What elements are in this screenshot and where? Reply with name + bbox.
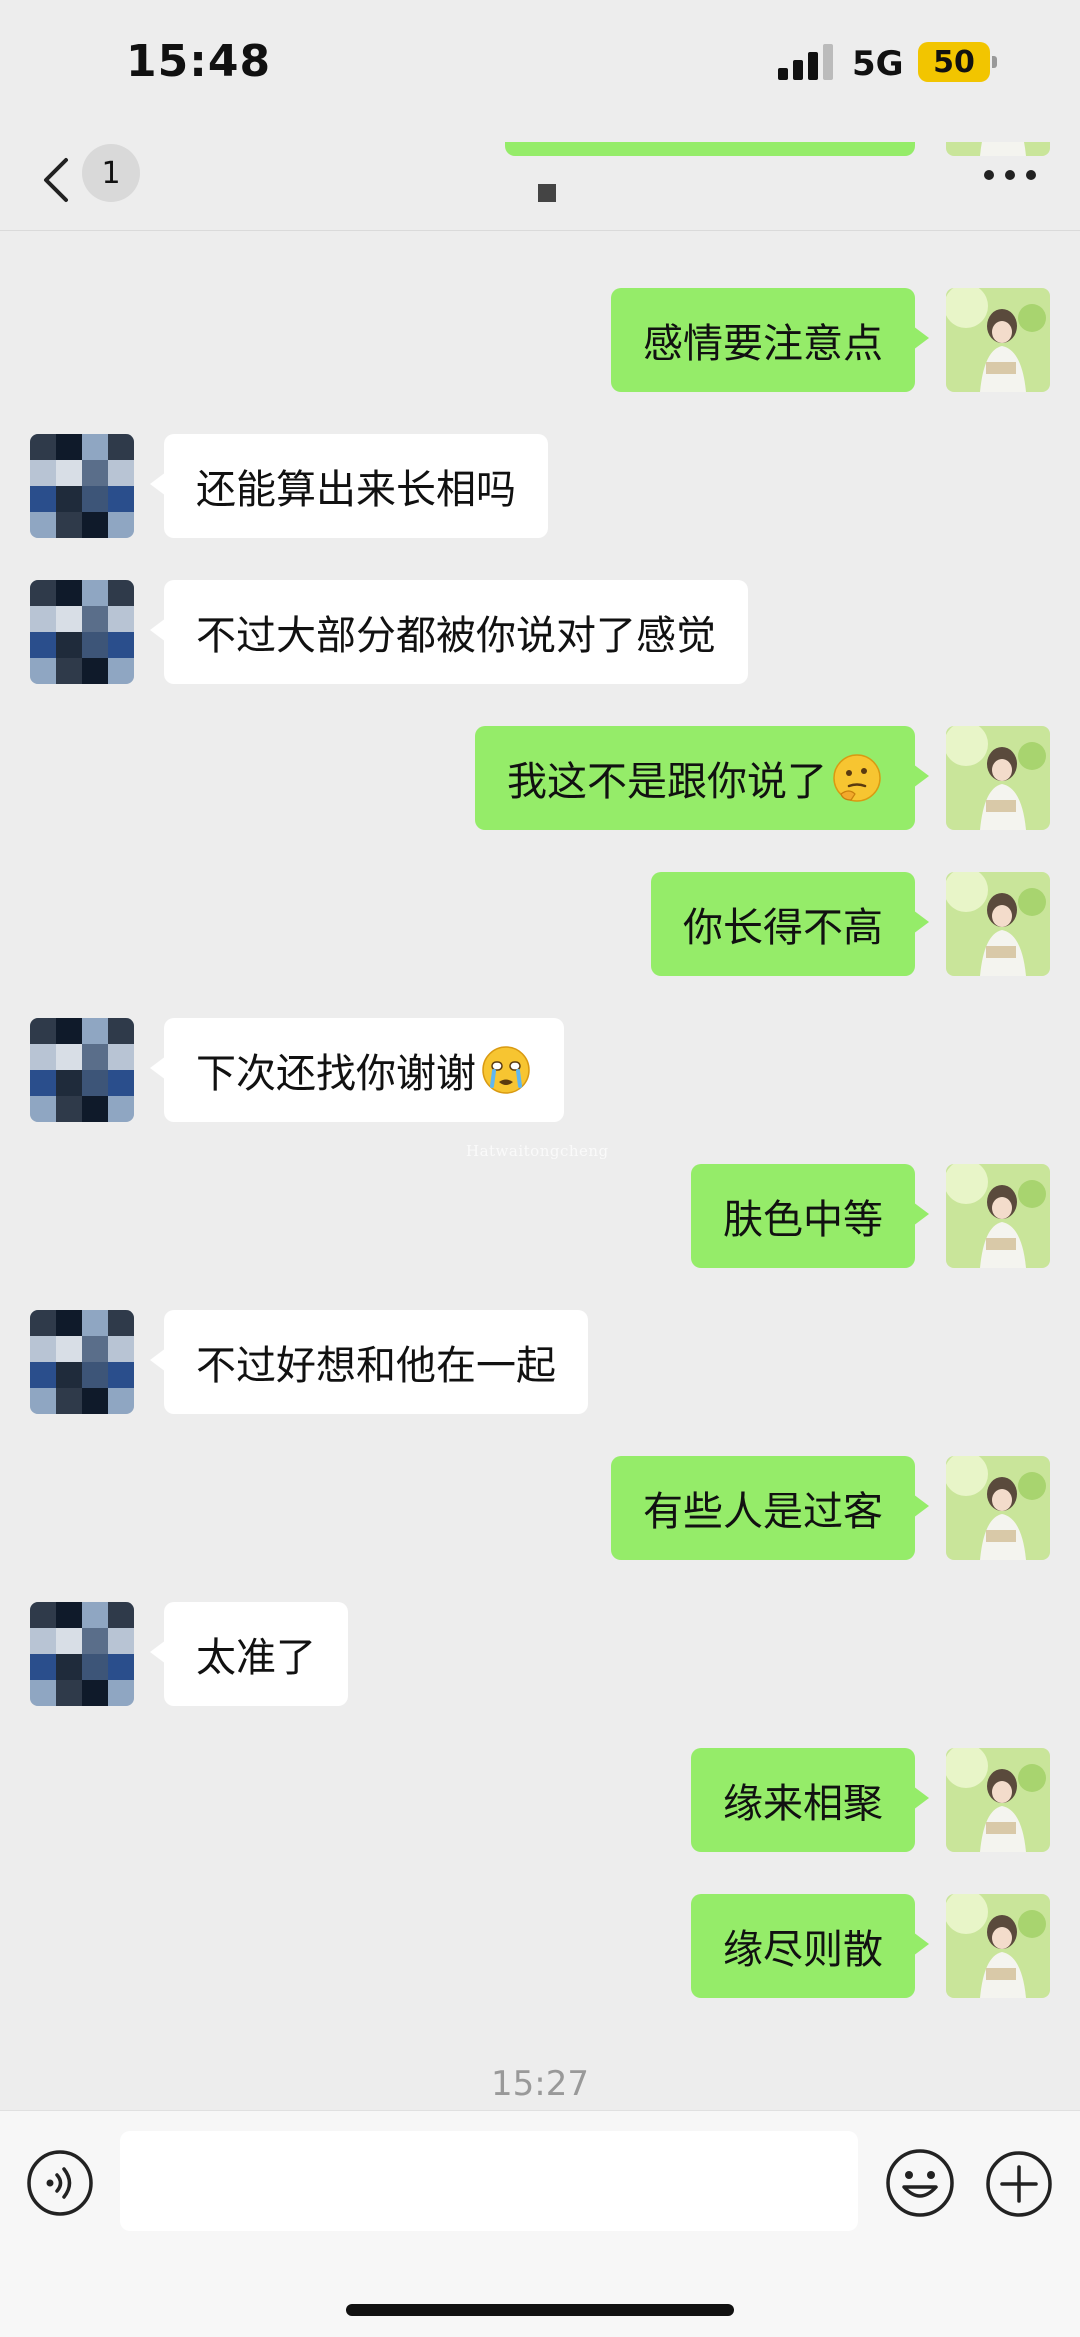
my-avatar[interactable] [946,726,1050,830]
message-text: 缘来相聚 [723,1781,883,1827]
thinking-face-emoji-icon [833,754,881,802]
more-options-icon[interactable] [984,170,1036,182]
network-type: 5G [852,44,904,84]
emoji-icon[interactable] [884,2147,956,2219]
battery-tip [992,56,997,68]
message-input[interactable] [120,2131,858,2231]
back-arrow-icon[interactable] [38,156,78,204]
message-text: 有些人是过客 [643,1489,883,1535]
message-row: 太准了 [0,1602,1080,1706]
signal-icon [778,44,834,80]
received-message-bubble[interactable]: 下次还找你谢谢 [150,1018,564,1122]
message-text: 不过大部分都被你说对了感觉 [196,613,716,659]
message-text: 下次还找你谢谢 [196,1051,476,1097]
message-row: 肤色中等 [0,1164,1080,1268]
home-indicator[interactable] [346,2304,734,2316]
my-avatar[interactable] [946,1456,1050,1560]
sent-message-bubble[interactable]: 缘来相聚 [691,1748,929,1852]
message-text: 我这不是跟你说了 [507,759,827,805]
sent-message-bubble[interactable]: 肤色中等 [691,1164,929,1268]
message-text: 你长得不高 [683,905,883,951]
contact-avatar[interactable] [30,434,134,538]
crying-face-emoji-icon [482,1046,530,1094]
my-avatar[interactable] [946,288,1050,392]
message-text: 太准了 [196,1635,316,1681]
message-row: 我这不是跟你说了 [0,726,1080,830]
sent-message-bubble[interactable]: 你长得不高 [651,872,929,976]
status-time: 15:48 [126,36,272,87]
sent-message-bubble[interactable]: 有些人是过客 [611,1456,929,1560]
message-row: 还能算出来长相吗 [0,434,1080,538]
sent-message-bubble[interactable]: 感情要注意点 [611,288,929,392]
message-text: 肤色中等 [723,1197,883,1243]
message-row: 感情要注意点 [0,288,1080,392]
message-row: 缘尽则散 [0,1894,1080,1998]
message-row: 下次还找你谢谢 [0,1018,1080,1122]
message-text: 还能算出来长相吗 [196,467,516,513]
battery-icon: 50 [918,42,990,82]
contact-avatar[interactable] [30,1602,134,1706]
my-avatar[interactable] [946,1164,1050,1268]
input-bar [0,2110,1080,2337]
contact-avatar[interactable] [30,1018,134,1122]
sent-message-bubble[interactable]: 我这不是跟你说了 [475,726,929,830]
received-message-bubble[interactable]: 还能算出来长相吗 [150,434,548,538]
message-row: 有些人是过客 [0,1456,1080,1560]
message-timestamp: 15:27 [491,2064,589,2104]
status-bar: 15:48 5G 50 [0,0,1080,130]
add-attachment-icon[interactable] [984,2149,1054,2219]
message-text: 缘尽则散 [723,1927,883,1973]
my-avatar[interactable] [946,1894,1050,1998]
my-avatar[interactable] [946,872,1050,976]
received-message-bubble[interactable]: 不过好想和他在一起 [150,1310,588,1414]
message-text: 不过好想和他在一起 [196,1343,556,1389]
watermark-text: Hatwaitongcheng [466,1142,609,1160]
chat-title-redacted [538,184,556,202]
message-row: 你长得不高 [0,872,1080,976]
received-message-bubble[interactable]: 不过大部分都被你说对了感觉 [150,580,748,684]
received-message-bubble[interactable]: 太准了 [150,1602,348,1706]
message-text: 感情要注意点 [643,321,883,367]
my-avatar[interactable] [946,1748,1050,1852]
contact-avatar[interactable] [30,580,134,684]
contact-avatar[interactable] [30,1310,134,1414]
message-row: 不过好想和他在一起 [0,1310,1080,1414]
message-row: 缘来相聚 [0,1748,1080,1852]
sent-message-bubble[interactable]: 缘尽则散 [691,1894,929,1998]
message-row: 不过大部分都被你说对了感觉 [0,580,1080,684]
voice-input-icon[interactable] [26,2149,94,2217]
